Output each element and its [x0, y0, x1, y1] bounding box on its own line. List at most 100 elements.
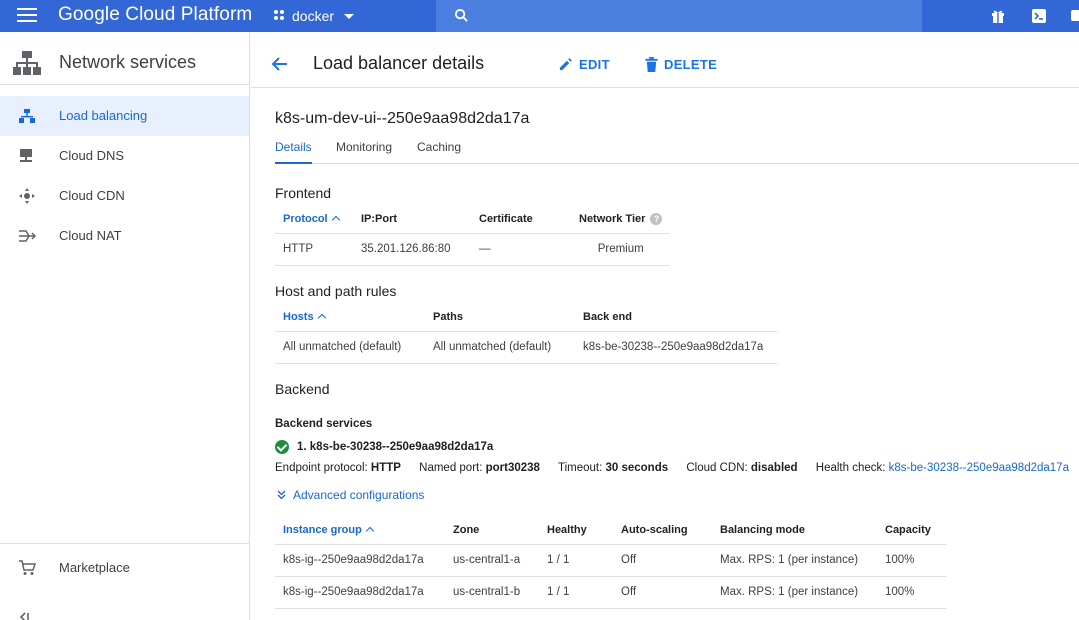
advanced-configurations-toggle[interactable]: Advanced configurations	[277, 488, 424, 502]
sort-up-icon	[365, 527, 375, 536]
cell: us-central1-b	[445, 576, 539, 609]
value: disabled	[750, 462, 798, 474]
cell: k8s-ig--250e9aa98d2da17a	[275, 544, 445, 577]
cell: 35.201.126.86:80	[353, 233, 471, 266]
cell: Premium	[571, 233, 671, 266]
cell: 100%	[877, 576, 947, 609]
gift-icon[interactable]	[990, 8, 1006, 24]
hamburger-menu-icon[interactable]	[17, 8, 37, 24]
column-header-protocol[interactable]: Protocol	[275, 206, 353, 234]
column-header-auto-scaling: Auto-scaling	[613, 517, 712, 545]
label: Timeout:	[557, 462, 603, 474]
backend-title: Backend	[275, 381, 330, 397]
cell: Max. RPS: 1 (per instance)	[712, 544, 877, 577]
cell: 100%	[877, 544, 947, 577]
tab-details[interactable]: Details	[275, 140, 312, 164]
sidebar-title: Network services	[59, 52, 197, 72]
cell: us-central1-a	[445, 544, 539, 577]
sidebar-header: Network services	[0, 40, 250, 85]
main-content: Load balancer details EDIT DELETE k8s-um…	[251, 32, 1079, 620]
table-header-row: Hosts Paths Back end	[275, 304, 777, 332]
top-app-bar: Google Cloud Platform docker	[0, 0, 1079, 32]
cell: All unmatched (default)	[275, 331, 425, 364]
project-dots-icon	[274, 10, 284, 20]
search-icon	[454, 8, 468, 22]
cdn-icon	[19, 188, 35, 204]
trash-icon	[645, 56, 658, 72]
column-label: Instance group	[283, 524, 362, 537]
sidebar-item-label: Load balancing	[59, 108, 148, 123]
action-bar: Load balancer details EDIT DELETE	[251, 40, 1079, 88]
tab-caching[interactable]: Caching	[417, 140, 461, 162]
label: Endpoint protocol:	[275, 462, 368, 474]
project-selector[interactable]: docker	[272, 6, 355, 26]
cell: All unmatched (default)	[425, 331, 575, 364]
product-name[interactable]: Google Cloud Platform	[58, 4, 252, 26]
back-arrow-icon[interactable]	[270, 55, 288, 73]
table-header-row: Instance group Zone Healthy Auto-scaling…	[275, 517, 947, 545]
notifications-icon[interactable]	[1071, 8, 1079, 24]
edit-label: EDIT	[579, 56, 610, 72]
health-check-link[interactable]: k8s-be-30238--250e9aa98d2da17a	[889, 462, 1069, 474]
backend-service-name: 1. k8s-be-30238--250e9aa98d2da17a	[297, 441, 494, 453]
sort-up-icon	[317, 314, 326, 323]
label: Health check:	[815, 462, 886, 474]
tab-bar: Details Monitoring Caching	[275, 136, 1079, 164]
instance-group-table: Instance group Zone Healthy Auto-scaling…	[275, 517, 947, 609]
health-check: Health check: k8s-be-30238--250e9aa98d2d…	[816, 462, 1069, 474]
sidebar-item-cloud-dns[interactable]: Cloud DNS	[0, 136, 249, 176]
endpoint-protocol: Endpoint protocol: HTTP	[275, 462, 401, 474]
table-header-row: Protocol IP:Port Certificate Network Tie…	[275, 206, 671, 234]
value: 30 seconds	[605, 462, 669, 474]
value: HTTP	[370, 462, 401, 474]
cloud-cdn-status: Cloud CDN: disabled	[686, 462, 797, 474]
cell: Max. RPS: 1 (per instance)	[712, 576, 877, 609]
column-label: Network Tier	[579, 213, 646, 226]
sidebar-item-label: Marketplace	[59, 560, 130, 575]
label: Named port:	[419, 462, 483, 474]
label: Cloud CDN:	[686, 462, 748, 474]
column-header-healthy: Healthy	[539, 517, 613, 545]
cell: 1 / 1	[539, 544, 613, 577]
dns-icon	[20, 149, 32, 162]
delete-button[interactable]: DELETE	[645, 54, 717, 74]
nat-icon	[19, 230, 36, 242]
backend-service-item: 1. k8s-be-30238--250e9aa98d2da17a	[275, 440, 493, 454]
column-header-hosts[interactable]: Hosts	[275, 304, 425, 332]
sidebar-item-marketplace[interactable]: Marketplace	[0, 548, 249, 588]
column-header-capacity: Capacity	[877, 517, 947, 545]
timeout: Timeout: 30 seconds	[558, 462, 668, 474]
column-label: Protocol	[283, 213, 328, 226]
load-balancing-icon	[19, 109, 35, 123]
collapse-sidebar-icon[interactable]	[19, 612, 31, 620]
search-bar[interactable]	[436, 0, 922, 32]
column-header-network-tier: Network Tier?	[571, 206, 671, 234]
table-row: All unmatched (default) All unmatched (d…	[275, 331, 777, 364]
column-header-paths: Paths	[425, 304, 575, 332]
column-label: Hosts	[283, 311, 314, 324]
host-path-table: Hosts Paths Back end All unmatched (defa…	[275, 304, 777, 364]
load-balancer-name: k8s-um-dev-ui--250e9aa98d2da17a	[275, 110, 530, 127]
table-row: k8s-ig--250e9aa98d2da17a us-central1-b 1…	[275, 576, 947, 609]
cloud-shell-icon[interactable]	[1031, 8, 1047, 24]
cell: Off	[613, 576, 712, 609]
help-icon[interactable]: ?	[650, 213, 663, 226]
network-services-icon	[13, 51, 41, 75]
backend-service-details: Endpoint protocol: HTTP Named port: port…	[275, 462, 1079, 474]
edit-button[interactable]: EDIT	[558, 54, 610, 74]
pencil-icon	[559, 57, 572, 70]
sidebar-divider	[0, 543, 249, 544]
table-row: k8s-ig--250e9aa98d2da17a us-central1-a 1…	[275, 544, 947, 577]
sidebar-item-cloud-cdn[interactable]: Cloud CDN	[0, 176, 249, 216]
delete-label: DELETE	[664, 56, 718, 72]
tab-monitoring[interactable]: Monitoring	[336, 140, 392, 162]
cell: k8s-be-30238--250e9aa98d2da17a	[575, 331, 777, 364]
sidebar-item-load-balancing[interactable]: Load balancing	[0, 96, 249, 136]
sort-up-icon	[331, 216, 340, 225]
sidebar-item-cloud-nat[interactable]: Cloud NAT	[0, 216, 249, 256]
project-name: docker	[292, 8, 335, 24]
cell: —	[471, 233, 571, 266]
advanced-configurations-label: Advanced configurations	[293, 488, 425, 502]
column-header-instance-group[interactable]: Instance group	[275, 517, 445, 545]
sidebar: Network services Load balancing Cloud DN…	[0, 32, 250, 620]
